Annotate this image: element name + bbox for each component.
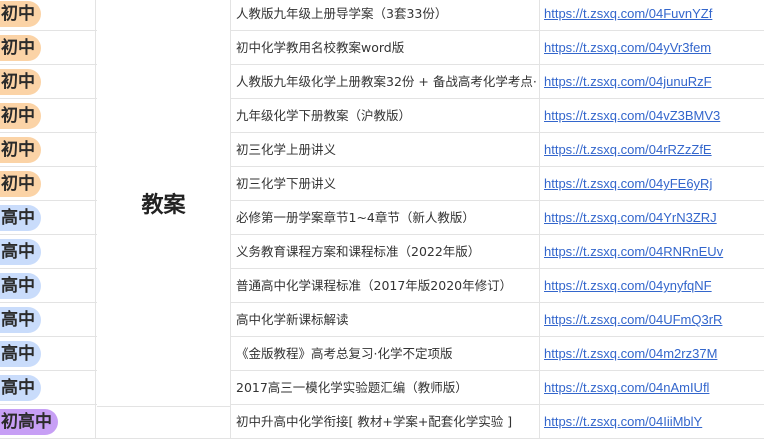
resource-link[interactable]: https://t.zsxq.com/04junuRzF xyxy=(544,65,764,98)
level-cell: 初中 xyxy=(0,0,96,30)
level-cell: 高中 xyxy=(0,371,96,404)
resource-title: 义务教育课程方案和课程标准（2022年版） xyxy=(230,235,540,268)
level-badge: 高中 xyxy=(0,273,41,299)
resource-table: 初中 人教版九年级上册导学案（3套33份） https://t.zsxq.com/0… xyxy=(0,0,764,440)
level-cell: 高中 xyxy=(0,269,96,302)
category-cell: 教案 xyxy=(97,0,230,406)
level-badge: 初高中 xyxy=(0,409,58,435)
level-cell: 初中 xyxy=(0,99,96,132)
resource-link[interactable]: https://t.zsxq.com/04UFmQ3rR xyxy=(544,303,764,336)
resource-title: 人教版九年级上册导学案（3套33份） xyxy=(230,0,540,30)
resource-link[interactable]: https://t.zsxq.com/04YrN3ZRJ xyxy=(544,201,764,234)
resource-link[interactable]: https://t.zsxq.com/04FuvnYZf xyxy=(544,0,764,30)
resource-title: 《金版教程》高考总复习·化学不定项版 xyxy=(230,337,540,370)
resource-title: 2017高三一模化学实验题汇编（教师版） xyxy=(230,371,540,404)
resource-link[interactable]: https://t.zsxq.com/04nAmIUfl xyxy=(544,371,764,404)
level-badge: 初中 xyxy=(0,103,41,129)
resource-title: 普通高中化学课程标准（2017年版2020年修订） xyxy=(230,269,540,302)
resource-link[interactable]: https://t.zsxq.com/04rRZzZfE xyxy=(544,133,764,166)
resource-title: 人教版九年级化学上册教案32份 + 备战高考化学考点· xyxy=(230,65,540,98)
level-badge: 初中 xyxy=(0,69,41,95)
resource-link[interactable]: https://t.zsxq.com/04yFE6yRj xyxy=(544,167,764,200)
level-cell: 高中 xyxy=(0,201,96,234)
level-badge: 初中 xyxy=(0,171,41,197)
resource-title: 初中升高中化学衔接[ 教材+学案+配套化学实验 ] xyxy=(230,405,540,438)
resource-title: 初三化学下册讲义 xyxy=(230,167,540,200)
level-badge: 高中 xyxy=(0,239,41,265)
level-cell: 高中 xyxy=(0,235,96,268)
resource-title: 初中化学教用名校教案word版 xyxy=(230,31,540,64)
level-badge: 高中 xyxy=(0,375,41,401)
resource-title: 必修第一册学案章节1~4章节（新人教版） xyxy=(230,201,540,234)
level-badge: 高中 xyxy=(0,341,41,367)
level-cell: 初高中 xyxy=(0,405,96,438)
level-cell: 初中 xyxy=(0,31,96,64)
resource-link[interactable]: https://t.zsxq.com/04RNRnEUv xyxy=(544,235,764,268)
level-cell: 初中 xyxy=(0,65,96,98)
resource-link[interactable]: https://t.zsxq.com/04vZ3BMV3 xyxy=(544,99,764,132)
level-badge: 初中 xyxy=(0,1,41,27)
resource-title: 高中化学新课标解读 xyxy=(230,303,540,336)
level-cell: 初中 xyxy=(0,167,96,200)
resource-link[interactable]: https://t.zsxq.com/04yVr3fem xyxy=(544,31,764,64)
level-cell: 高中 xyxy=(0,337,96,370)
resource-link[interactable]: https://t.zsxq.com/04IiiMblY xyxy=(544,405,764,438)
level-badge: 初中 xyxy=(0,35,41,61)
category-cell-empty xyxy=(97,406,230,440)
resource-title: 初三化学上册讲义 xyxy=(230,133,540,166)
resource-link[interactable]: https://t.zsxq.com/04ynyfqNF xyxy=(544,269,764,302)
resource-link[interactable]: https://t.zsxq.com/04m2rz37M xyxy=(544,337,764,370)
level-cell: 初中 xyxy=(0,133,96,166)
level-cell: 高中 xyxy=(0,303,96,336)
level-badge: 高中 xyxy=(0,205,41,231)
level-badge: 高中 xyxy=(0,307,41,333)
resource-title: 九年级化学下册教案（沪教版） xyxy=(230,99,540,132)
level-badge: 初中 xyxy=(0,137,41,163)
